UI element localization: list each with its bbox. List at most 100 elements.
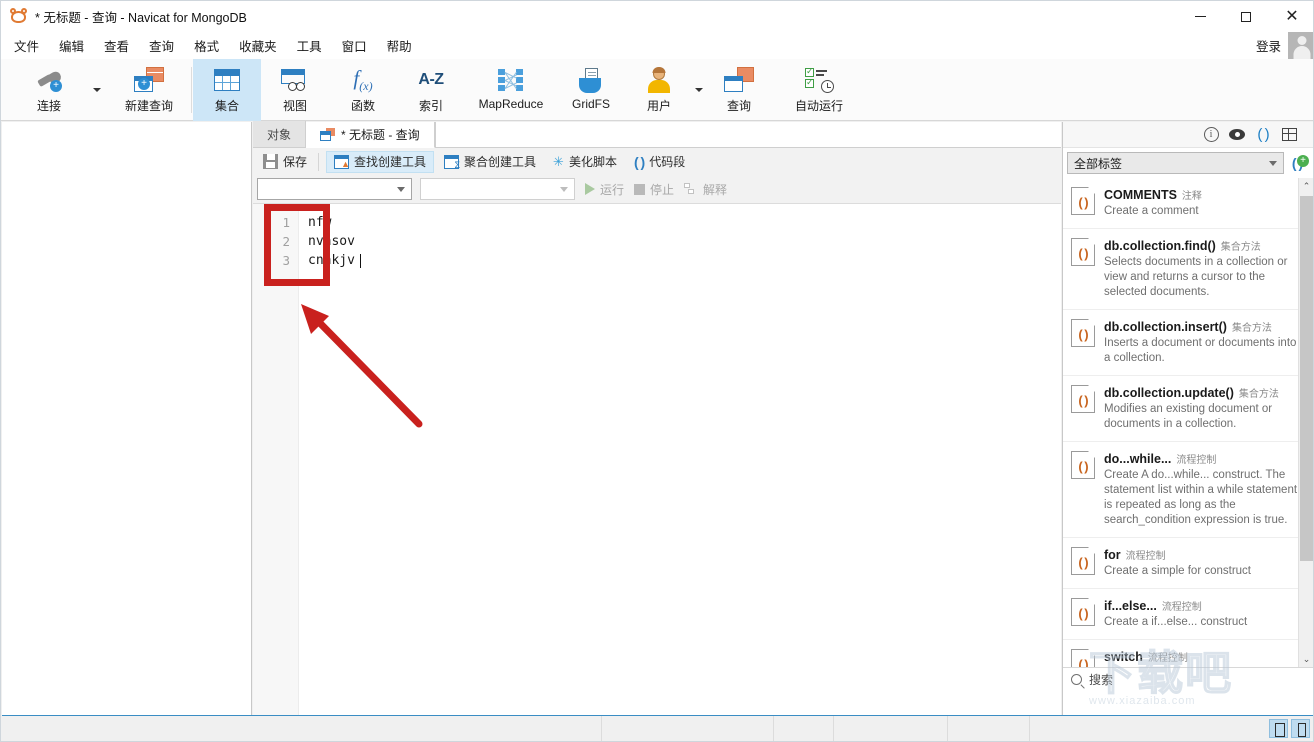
snippet-description: Selects documents in a collection or vie…	[1104, 255, 1304, 300]
database-select[interactable]	[420, 178, 575, 200]
aggregate-builder-button[interactable]: Σ 聚合创建工具	[437, 151, 543, 173]
ribbon-button-automation[interactable]: 自动运行	[773, 59, 865, 121]
ribbon-label-automation: 自动运行	[795, 97, 843, 114]
search-input[interactable]: 搜索	[1089, 671, 1113, 688]
snippet-list[interactable]: ( ) COMMENTS 注释 Create a comment ( ) db.…	[1063, 178, 1314, 667]
ribbon-button-mapreduce[interactable]: MapReduce	[465, 59, 557, 121]
ribbon-button-gridfs[interactable]: GridFS	[557, 59, 625, 121]
code-line[interactable]: 3 cnakjv	[253, 251, 1061, 270]
chevron-down-icon	[1269, 161, 1277, 166]
scroll-down-arrow-icon[interactable]: ⌄	[1299, 651, 1314, 667]
run-button-label: 运行	[600, 181, 624, 198]
menu-item-help[interactable]: 帮助	[377, 32, 422, 59]
menu-item-query[interactable]: 查询	[139, 32, 184, 59]
close-button[interactable]: ✕	[1269, 1, 1314, 32]
login-link[interactable]: 登录	[1256, 36, 1281, 55]
snippet-title-row: if...else... 流程控制	[1104, 598, 1304, 613]
new-query-icon: +	[134, 65, 164, 95]
navicat-mongodb-window: * 无标题 - 查询 - Navicat for MongoDB ✕ 文件 编辑…	[0, 0, 1314, 742]
ribbon-label-connection: 连接	[37, 97, 61, 114]
stop-icon	[634, 184, 645, 195]
info-glyph: i	[1204, 127, 1219, 142]
snippet-filter-row: 全部标签 ( ) +	[1063, 148, 1314, 178]
tab-objects[interactable]: 对象	[253, 121, 306, 147]
sql-editor[interactable]: 1 nfw 2 nvasov 3 cnakjv	[253, 203, 1061, 717]
mapreduce-icon	[496, 65, 526, 95]
eye-icon[interactable]	[1224, 124, 1250, 146]
search-icon	[1071, 674, 1082, 685]
list-item[interactable]: ( ) db.collection.insert() 集合方法 Inserts …	[1063, 310, 1314, 376]
ribbon-separator	[191, 67, 192, 113]
ribbon-label-function: 函数	[351, 97, 375, 114]
form-view-button[interactable]	[1291, 719, 1310, 738]
list-item[interactable]: ( ) db.collection.update() 集合方法 Modifies…	[1063, 376, 1314, 442]
find-builder-button[interactable]: ▲ 查找创建工具	[326, 151, 434, 173]
avatar[interactable]	[1288, 32, 1314, 59]
code-line[interactable]: 1 nfw	[253, 213, 1061, 232]
snippet-search-row[interactable]: 搜索	[1063, 667, 1314, 691]
save-icon	[263, 154, 278, 169]
user-dropdown-caret-icon[interactable]	[693, 59, 705, 121]
grid-view-button[interactable]	[1269, 719, 1288, 738]
code-braces-icon[interactable]: ( )	[1250, 124, 1276, 146]
ribbon-button-connection[interactable]: + 连接	[7, 59, 91, 121]
ribbon-button-collection[interactable]: 集合	[193, 59, 261, 121]
list-item[interactable]: ( ) if...else... 流程控制 Create a if...else…	[1063, 589, 1314, 640]
snippet-title-row: db.collection.update() 集合方法	[1104, 385, 1304, 400]
menu-item-favorites[interactable]: 收藏夹	[229, 32, 287, 59]
list-item[interactable]: ( ) do...while... 流程控制 Create A do...whi…	[1063, 442, 1314, 538]
snippet-title: db.collection.find()	[1104, 239, 1216, 253]
object-navigator-pane[interactable]	[2, 122, 252, 717]
table-icon[interactable]	[1276, 124, 1302, 146]
panel-tab-icons: i ( )	[1063, 122, 1314, 148]
info-icon[interactable]: i	[1198, 124, 1224, 146]
code-line[interactable]: 2 nvasov	[253, 232, 1061, 251]
list-item[interactable]: ( ) db.collection.find() 集合方法 Selects do…	[1063, 229, 1314, 310]
snippet-title: switch	[1104, 650, 1143, 664]
list-item[interactable]: ( ) switch 流程控制 Create a switch construc…	[1063, 640, 1314, 667]
automation-icon	[804, 65, 834, 95]
beautify-script-button[interactable]: ✳ 美化脚本	[546, 151, 624, 173]
explain-button[interactable]: 解释	[684, 181, 727, 198]
ribbon-button-view[interactable]: 视图	[261, 59, 329, 121]
code-snippet-icon: ( )	[1071, 319, 1095, 347]
run-button[interactable]: 运行	[585, 181, 624, 198]
connection-select[interactable]	[257, 178, 412, 200]
snippet-category: 集合方法	[1239, 385, 1279, 400]
tab-untitled-query-label: * 无标题 - 查询	[341, 126, 420, 143]
scroll-up-arrow-icon[interactable]: ⌃	[1299, 178, 1314, 194]
stop-button[interactable]: 停止	[634, 181, 674, 198]
list-item[interactable]: ( ) for 流程控制 Create a simple for constru…	[1063, 538, 1314, 589]
list-item[interactable]: ( ) COMMENTS 注释 Create a comment	[1063, 178, 1314, 229]
window-title: * 无标题 - 查询 - Navicat for MongoDB	[35, 7, 247, 26]
snippet-title-row: for 流程控制	[1104, 547, 1304, 562]
ribbon-button-function[interactable]: f(x) 函数	[329, 59, 397, 121]
text-caret	[360, 254, 361, 268]
ribbon-button-user[interactable]: 用户	[625, 59, 693, 121]
index-az-icon: A-Z	[418, 65, 443, 95]
snippet-title: db.collection.update()	[1104, 386, 1234, 400]
save-button[interactable]: 保存	[256, 151, 314, 173]
ribbon-button-query[interactable]: 查询	[705, 59, 773, 121]
scrollbar-thumb[interactable]	[1300, 196, 1313, 561]
navicat-otter-icon	[10, 8, 27, 25]
code-braces-glyph: ( )	[1257, 126, 1268, 143]
menu-item-view[interactable]: 查看	[94, 32, 139, 59]
menu-item-edit[interactable]: 编辑	[49, 32, 94, 59]
ribbon-button-new-query[interactable]: + 新建查询	[103, 59, 195, 121]
menu-item-file[interactable]: 文件	[4, 32, 49, 59]
code-snippet-button[interactable]: ( ) 代码段	[627, 151, 692, 173]
connection-dropdown-caret-icon[interactable]	[91, 59, 103, 121]
chevron-down-icon	[397, 187, 405, 192]
query-tab-icon	[320, 128, 335, 141]
menu-item-window[interactable]: 窗口	[332, 32, 377, 59]
tag-filter-select[interactable]: 全部标签	[1067, 152, 1284, 174]
ribbon-button-index[interactable]: A-Z 索引	[397, 59, 465, 121]
menu-item-tools[interactable]: 工具	[287, 32, 332, 59]
menu-item-format[interactable]: 格式	[184, 32, 229, 59]
add-snippet-button[interactable]: ( ) +	[1284, 155, 1310, 171]
snippet-list-scrollbar[interactable]: ⌃ ⌄	[1298, 178, 1314, 667]
maximize-button[interactable]	[1223, 1, 1269, 32]
minimize-button[interactable]	[1177, 1, 1223, 32]
tab-untitled-query[interactable]: * 无标题 - 查询	[306, 122, 435, 148]
